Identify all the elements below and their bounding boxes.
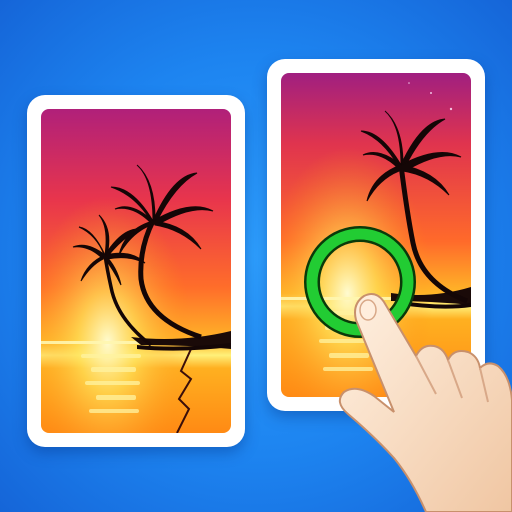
left-sunset-image[interactable] — [41, 109, 231, 433]
left-picture-card[interactable] — [27, 95, 245, 447]
tapping-hand-icon — [330, 290, 512, 512]
game-screen — [0, 0, 512, 512]
